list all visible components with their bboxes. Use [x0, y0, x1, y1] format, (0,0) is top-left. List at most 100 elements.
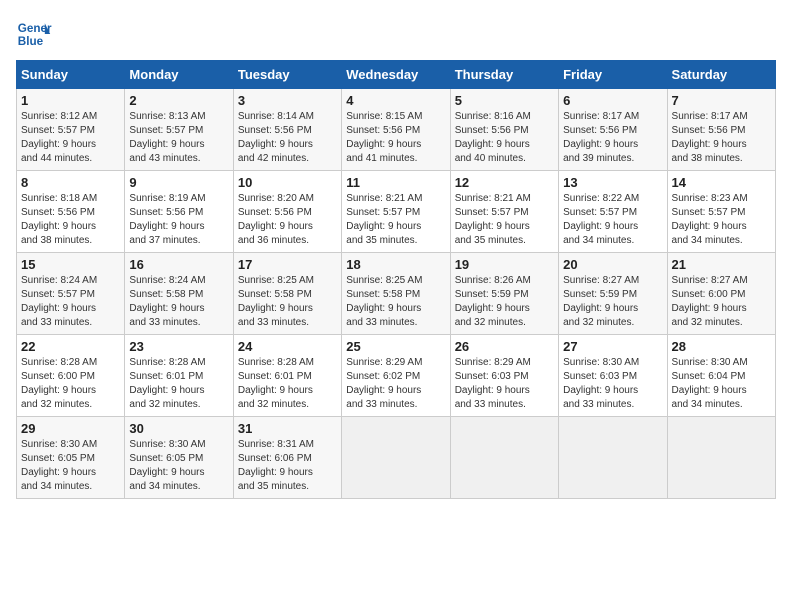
day-number: 13: [563, 175, 662, 190]
day-info: Sunrise: 8:20 AMSunset: 5:56 PMDaylight:…: [238, 193, 314, 246]
day-info: Sunrise: 8:30 AMSunset: 6:05 PMDaylight:…: [129, 439, 205, 492]
day-info: Sunrise: 8:31 AMSunset: 6:06 PMDaylight:…: [238, 439, 314, 492]
calendar-cell: 7Sunrise: 8:17 AMSunset: 5:56 PMDaylight…: [667, 89, 775, 171]
day-info: Sunrise: 8:23 AMSunset: 5:57 PMDaylight:…: [672, 193, 748, 246]
day-info: Sunrise: 8:17 AMSunset: 5:56 PMDaylight:…: [563, 111, 639, 164]
day-info: Sunrise: 8:27 AMSunset: 6:00 PMDaylight:…: [672, 275, 748, 328]
day-number: 23: [129, 339, 228, 354]
day-info: Sunrise: 8:28 AMSunset: 6:00 PMDaylight:…: [21, 357, 97, 410]
day-info: Sunrise: 8:26 AMSunset: 5:59 PMDaylight:…: [455, 275, 531, 328]
calendar-cell: 20Sunrise: 8:27 AMSunset: 5:59 PMDayligh…: [559, 253, 667, 335]
calendar-table: SundayMondayTuesdayWednesdayThursdayFrid…: [16, 60, 776, 499]
day-header-thursday: Thursday: [450, 61, 558, 89]
day-header-friday: Friday: [559, 61, 667, 89]
calendar-header-row: SundayMondayTuesdayWednesdayThursdayFrid…: [17, 61, 776, 89]
calendar-cell: 18 Sunrise: 8:25 AMSunset: 5:58 PMDayligh…: [342, 253, 450, 335]
day-number: 20: [563, 257, 662, 272]
calendar-cell: 31 Sunrise: 8:31 AMSunset: 6:06 PMDayligh…: [233, 417, 341, 499]
day-info: Sunrise: 8:21 AMSunset: 5:57 PMDaylight:…: [455, 193, 531, 246]
day-number: 22: [21, 339, 120, 354]
day-number: 7: [672, 93, 771, 108]
calendar-cell: 6 Sunrise: 8:17 AMSunset: 5:56 PMDaylight…: [559, 89, 667, 171]
calendar-cell: 14 Sunrise: 8:23 AMSunset: 5:57 PMDayligh…: [667, 171, 775, 253]
day-number: 18: [346, 257, 445, 272]
day-number: 10: [238, 175, 337, 190]
day-header-wednesday: Wednesday: [342, 61, 450, 89]
calendar-cell: 15Sunrise: 8:24 AMSunset: 5:57 PMDayligh…: [17, 253, 125, 335]
day-number: 27: [563, 339, 662, 354]
calendar-cell: 3 Sunrise: 8:14 AMSunset: 5:56 PMDaylight…: [233, 89, 341, 171]
calendar-cell: 28Sunrise: 8:30 AMSunset: 6:04 PMDayligh…: [667, 335, 775, 417]
day-info: Sunrise: 8:22 AMSunset: 5:57 PMDaylight:…: [563, 193, 639, 246]
day-number: 3: [238, 93, 337, 108]
week-row-3: 22 Sunrise: 8:28 AMSunset: 6:00 PMDayligh…: [17, 335, 776, 417]
calendar-cell: 13 Sunrise: 8:22 AMSunset: 5:57 PMDayligh…: [559, 171, 667, 253]
calendar-cell: 11 Sunrise: 8:21 AMSunset: 5:57 PMDayligh…: [342, 171, 450, 253]
day-info: Sunrise: 8:30 AMSunset: 6:03 PMDaylight:…: [563, 357, 639, 410]
logo: General Blue: [16, 16, 52, 52]
svg-text:Blue: Blue: [18, 35, 44, 48]
header: General Blue: [16, 16, 776, 52]
day-header-monday: Monday: [125, 61, 233, 89]
day-header-sunday: Sunday: [17, 61, 125, 89]
day-info: Sunrise: 8:25 AMSunset: 5:58 PMDaylight:…: [238, 275, 314, 328]
day-number: 6: [563, 93, 662, 108]
calendar-cell: [667, 417, 775, 499]
day-info: Sunrise: 8:21 AMSunset: 5:57 PMDaylight:…: [346, 193, 422, 246]
day-info: Sunrise: 8:18 AMSunset: 5:56 PMDaylight:…: [21, 193, 97, 246]
calendar-cell: 23 Sunrise: 8:28 AMSunset: 6:01 PMDayligh…: [125, 335, 233, 417]
day-info: Sunrise: 8:29 AMSunset: 6:02 PMDaylight:…: [346, 357, 422, 410]
day-number: 5: [455, 93, 554, 108]
day-number: 11: [346, 175, 445, 190]
day-info: Sunrise: 8:30 AMSunset: 6:05 PMDaylight:…: [21, 439, 97, 492]
week-row-2: 15Sunrise: 8:24 AMSunset: 5:57 PMDayligh…: [17, 253, 776, 335]
day-info: Sunrise: 8:19 AMSunset: 5:56 PMDaylight:…: [129, 193, 205, 246]
calendar-cell: 26 Sunrise: 8:29 AMSunset: 6:03 PMDayligh…: [450, 335, 558, 417]
calendar-cell: 19 Sunrise: 8:26 AMSunset: 5:59 PMDayligh…: [450, 253, 558, 335]
calendar-cell: 24Sunrise: 8:28 AMSunset: 6:01 PMDayligh…: [233, 335, 341, 417]
day-number: 8: [21, 175, 120, 190]
day-number: 2: [129, 93, 228, 108]
day-number: 31: [238, 421, 337, 436]
calendar-cell: [342, 417, 450, 499]
day-info: Sunrise: 8:25 AMSunset: 5:58 PMDaylight:…: [346, 275, 422, 328]
calendar-cell: 22 Sunrise: 8:28 AMSunset: 6:00 PMDayligh…: [17, 335, 125, 417]
calendar-cell: 12Sunrise: 8:21 AMSunset: 5:57 PMDayligh…: [450, 171, 558, 253]
calendar-cell: 17Sunrise: 8:25 AMSunset: 5:58 PMDayligh…: [233, 253, 341, 335]
calendar-cell: 21Sunrise: 8:27 AMSunset: 6:00 PMDayligh…: [667, 253, 775, 335]
week-row-4: 29 Sunrise: 8:30 AMSunset: 6:05 PMDayligh…: [17, 417, 776, 499]
day-info: Sunrise: 8:28 AMSunset: 6:01 PMDaylight:…: [129, 357, 205, 410]
logo-icon: General Blue: [16, 16, 52, 52]
day-number: 26: [455, 339, 554, 354]
calendar-cell: 4Sunrise: 8:15 AMSunset: 5:56 PMDaylight…: [342, 89, 450, 171]
calendar-cell: 16Sunrise: 8:24 AMSunset: 5:58 PMDayligh…: [125, 253, 233, 335]
day-number: 14: [672, 175, 771, 190]
calendar-body: 1 Sunrise: 8:12 AMSunset: 5:57 PMDaylight…: [17, 89, 776, 499]
day-number: 1: [21, 93, 120, 108]
day-info: Sunrise: 8:12 AMSunset: 5:57 PMDaylight:…: [21, 111, 97, 164]
day-header-tuesday: Tuesday: [233, 61, 341, 89]
day-info: Sunrise: 8:14 AMSunset: 5:56 PMDaylight:…: [238, 111, 314, 164]
day-info: Sunrise: 8:15 AMSunset: 5:56 PMDaylight:…: [346, 111, 422, 164]
calendar-cell: 10 Sunrise: 8:20 AMSunset: 5:56 PMDayligh…: [233, 171, 341, 253]
calendar-cell: 29 Sunrise: 8:30 AMSunset: 6:05 PMDayligh…: [17, 417, 125, 499]
day-number: 24: [238, 339, 337, 354]
day-number: 28: [672, 339, 771, 354]
day-number: 16: [129, 257, 228, 272]
day-header-saturday: Saturday: [667, 61, 775, 89]
day-number: 30: [129, 421, 228, 436]
day-info: Sunrise: 8:29 AMSunset: 6:03 PMDaylight:…: [455, 357, 531, 410]
day-number: 19: [455, 257, 554, 272]
calendar-cell: [559, 417, 667, 499]
calendar-cell: 8 Sunrise: 8:18 AMSunset: 5:56 PMDaylight…: [17, 171, 125, 253]
calendar-cell: 2Sunrise: 8:13 AMSunset: 5:57 PMDaylight…: [125, 89, 233, 171]
day-number: 25: [346, 339, 445, 354]
day-number: 29: [21, 421, 120, 436]
calendar-cell: 9Sunrise: 8:19 AMSunset: 5:56 PMDaylight…: [125, 171, 233, 253]
day-number: 15: [21, 257, 120, 272]
calendar-cell: 5Sunrise: 8:16 AMSunset: 5:56 PMDaylight…: [450, 89, 558, 171]
week-row-1: 8 Sunrise: 8:18 AMSunset: 5:56 PMDaylight…: [17, 171, 776, 253]
calendar-cell: [450, 417, 558, 499]
calendar-cell: 30 Sunrise: 8:30 AMSunset: 6:05 PMDayligh…: [125, 417, 233, 499]
calendar-cell: 1 Sunrise: 8:12 AMSunset: 5:57 PMDaylight…: [17, 89, 125, 171]
